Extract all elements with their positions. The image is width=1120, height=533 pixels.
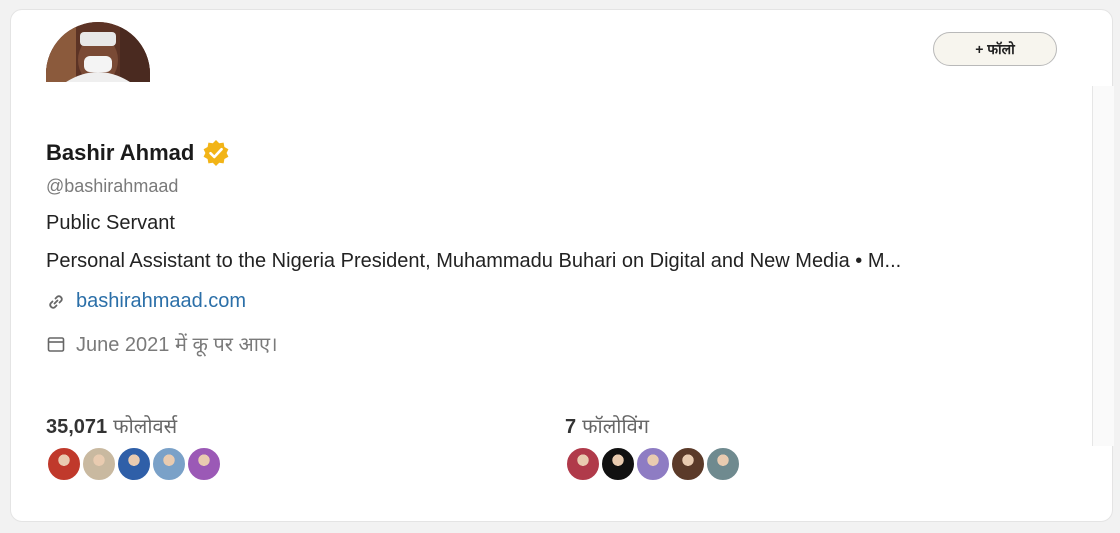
follower-avatars[interactable] xyxy=(46,446,222,482)
link-icon xyxy=(46,292,66,312)
following-avatar[interactable] xyxy=(600,446,636,482)
follow-button[interactable]: + फॉलो xyxy=(933,32,1057,66)
joined-date: June 2021 में कू पर आए। xyxy=(76,334,278,356)
profile-name: Bashir Ahmad xyxy=(46,140,195,165)
following-stat[interactable]: 7 फॉलोविंग xyxy=(565,412,649,439)
following-count: 7 xyxy=(565,416,577,438)
follower-avatar[interactable] xyxy=(46,446,82,482)
profile-bio[interactable]: Personal Assistant to the Nigeria Presid… xyxy=(46,250,1056,273)
calendar-icon xyxy=(46,334,66,354)
follower-avatar[interactable] xyxy=(151,446,187,482)
follower-avatar[interactable] xyxy=(81,446,117,482)
website-link[interactable]: bashirahmaad.com xyxy=(76,290,246,313)
profile-tagline: Public Servant xyxy=(46,212,175,234)
following-avatar[interactable] xyxy=(565,446,601,482)
following-label: फॉलोविंग xyxy=(582,416,650,438)
following-avatar[interactable] xyxy=(635,446,671,482)
joined-row: June 2021 में कू पर आए। xyxy=(46,330,278,357)
followers-stat[interactable]: 35,071 फोलोवर्स xyxy=(46,412,177,439)
follower-avatar[interactable] xyxy=(186,446,222,482)
website-row: bashirahmaad.com xyxy=(46,290,246,313)
profile-handle: @bashirahmaad xyxy=(46,176,179,196)
following-avatar[interactable] xyxy=(705,446,741,482)
followers-label: फोलोवर्स xyxy=(113,416,178,438)
following-avatar[interactable] xyxy=(670,446,706,482)
follower-avatar[interactable] xyxy=(116,446,152,482)
followers-count: 35,071 xyxy=(46,416,108,438)
verified-badge-icon xyxy=(202,139,230,167)
following-avatars[interactable] xyxy=(565,446,741,482)
name-row: Bashir Ahmad xyxy=(46,139,230,167)
side-panel-edge xyxy=(1092,86,1114,446)
